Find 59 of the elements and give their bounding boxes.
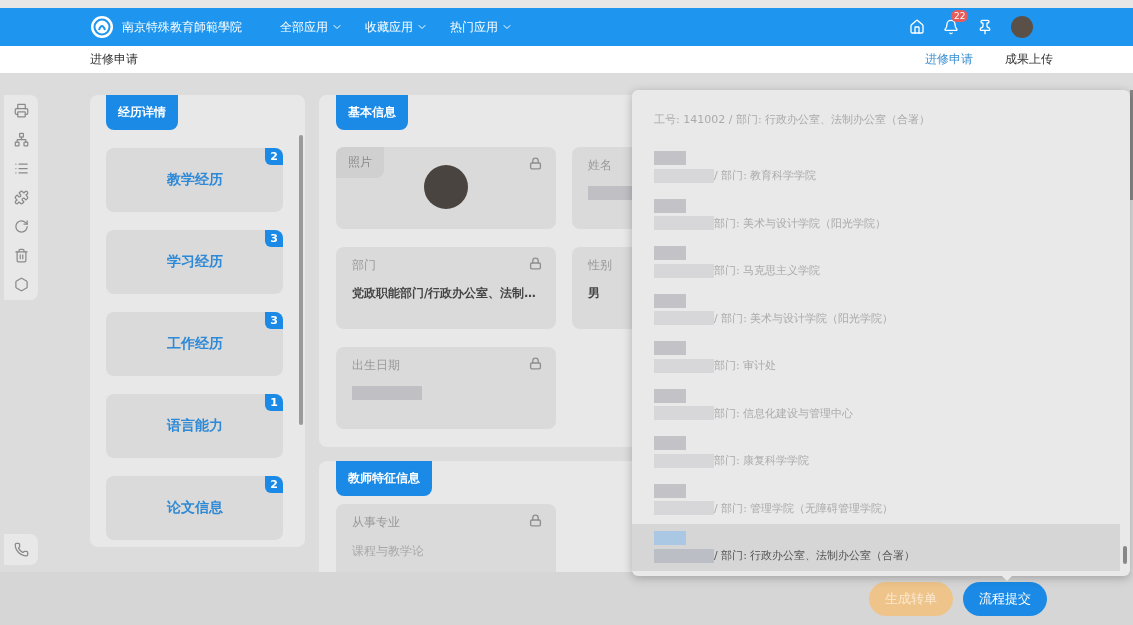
count-badge: 1 bbox=[265, 394, 283, 411]
field-value: 男 bbox=[588, 286, 600, 301]
experience-card[interactable]: 工作经历 3 bbox=[106, 312, 283, 376]
list-icon[interactable] bbox=[13, 161, 29, 176]
redacted-block bbox=[654, 293, 686, 308]
phone-icon[interactable] bbox=[13, 542, 29, 557]
hexagon-icon[interactable] bbox=[13, 277, 29, 292]
field-label: 照片 bbox=[336, 147, 384, 178]
notification-badge: 22 bbox=[951, 10, 969, 22]
pin-icon[interactable] bbox=[977, 19, 993, 35]
refresh-icon[interactable] bbox=[13, 219, 29, 234]
field-value: 党政职能部门/行政办公室、法制… bbox=[352, 286, 536, 301]
field-label: 姓名 bbox=[588, 157, 612, 174]
tab[interactable]: 成果上传 bbox=[1005, 51, 1053, 68]
field-label: 性别 bbox=[588, 257, 612, 274]
hierarchy-icon[interactable] bbox=[13, 132, 29, 147]
count-badge: 2 bbox=[265, 476, 283, 493]
action-button[interactable]: 流程提交 bbox=[963, 581, 1047, 616]
trash-icon[interactable] bbox=[13, 248, 29, 263]
scrollbar-thumb[interactable] bbox=[1130, 90, 1133, 200]
logo-icon bbox=[90, 15, 114, 39]
field-label: 部门 bbox=[352, 257, 376, 274]
field-label: 出生日期 bbox=[352, 357, 400, 374]
count-badge: 2 bbox=[265, 148, 283, 165]
avatar[interactable] bbox=[1011, 16, 1033, 38]
school-name: 南京特殊教育師範學院 bbox=[122, 18, 242, 36]
panel-title: 教师特征信息 bbox=[336, 461, 432, 496]
bell-icon[interactable] bbox=[943, 19, 959, 35]
home-icon[interactable] bbox=[909, 19, 925, 35]
photo-placeholder bbox=[424, 165, 468, 209]
count-badge: 3 bbox=[265, 230, 283, 247]
scrollbar-thumb[interactable] bbox=[1123, 546, 1127, 564]
user-option[interactable]: / 部门: 行政办公室、法制办公室（合署） bbox=[632, 523, 1120, 571]
printer-icon[interactable] bbox=[13, 103, 29, 118]
nav-menu[interactable]: 全部应用 bbox=[280, 18, 343, 36]
scrollbar-thumb[interactable] bbox=[299, 135, 303, 425]
page-title: 进修申请 bbox=[90, 51, 138, 68]
nav-menu[interactable]: 热门应用 bbox=[450, 18, 513, 36]
tab[interactable]: 进修申请 bbox=[925, 51, 973, 68]
redacted-block bbox=[654, 483, 686, 498]
experience-card[interactable]: 论文信息 2 bbox=[106, 476, 283, 540]
redacted-block bbox=[352, 386, 422, 400]
panel-title: 经历详情 bbox=[106, 95, 178, 130]
field-label: 从事专业 bbox=[352, 514, 400, 531]
nav-menu[interactable]: 收藏应用 bbox=[365, 18, 428, 36]
experience-card[interactable]: 语言能力 1 bbox=[106, 394, 283, 458]
experience-card[interactable]: 学习经历 3 bbox=[106, 230, 283, 294]
panel-title: 基本信息 bbox=[336, 95, 408, 130]
redacted-block bbox=[654, 341, 686, 356]
redacted-block bbox=[654, 388, 686, 403]
option-text: / 部门: 行政办公室、法制办公室（合署） bbox=[714, 548, 916, 564]
redacted-block bbox=[654, 548, 714, 563]
redacted-block bbox=[654, 436, 686, 451]
redacted-block bbox=[654, 246, 686, 261]
redacted-block bbox=[654, 151, 686, 166]
puzzle-icon[interactable] bbox=[13, 190, 29, 205]
count-badge: 3 bbox=[265, 312, 283, 329]
experience-card[interactable]: 教学经历 2 bbox=[106, 148, 283, 212]
redacted-block bbox=[654, 531, 686, 546]
